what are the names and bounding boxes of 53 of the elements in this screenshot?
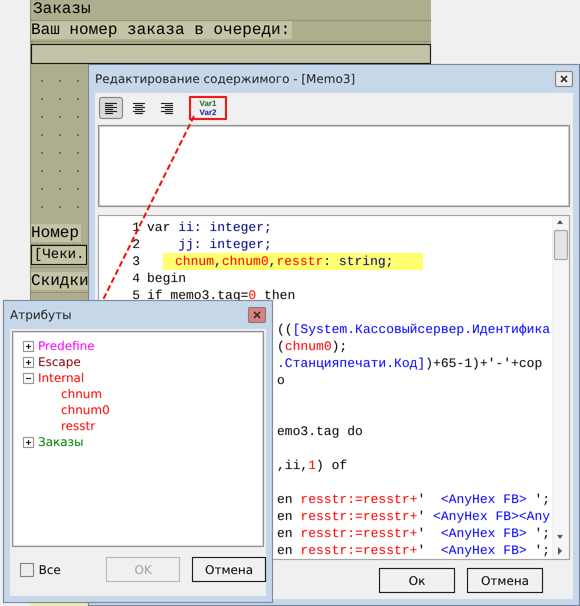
code-line: (chnum0); (277, 338, 348, 355)
tree-item[interactable]: chnum (61, 387, 102, 401)
cancel-button[interactable]: Отмена (467, 568, 543, 593)
code-line: jj: integer; (177, 236, 272, 253)
code-line: .Станцияпечати.Код])+65-1)+'-'+cop (277, 355, 542, 372)
code-line: en resstr:=resstr+' <AnyHex FB> '; (277, 491, 550, 508)
code-line: o (277, 372, 285, 389)
code-line: var ii: integer; (147, 219, 272, 236)
memo-field[interactable] (98, 125, 570, 207)
vertical-scrollbar[interactable] (552, 216, 569, 559)
band-title: Заказы (33, 0, 91, 18)
close-icon (560, 75, 568, 83)
tree-item[interactable]: chnum0 (61, 403, 110, 417)
ok-button[interactable]: Ок (379, 568, 455, 593)
expand-icon[interactable] (23, 356, 34, 368)
band-label: Номер (31, 224, 82, 242)
tree-item[interactable]: resstr (61, 419, 96, 433)
variables-button[interactable]: Var1 Var2 (189, 96, 227, 120)
dialog-title: Атрибуты (10, 308, 72, 322)
window-title: Редактирование содержимого - [Memo3] (95, 72, 356, 86)
line-number: 4 (131, 270, 141, 287)
close-button[interactable] (555, 71, 573, 87)
expand-icon[interactable] (23, 436, 34, 448)
code-line: if memo3.tag=0 then (147, 287, 296, 304)
band-label: Скидки (31, 272, 91, 290)
line-number: 2 (131, 236, 141, 253)
tree-item[interactable]: Escape (38, 355, 81, 369)
align-left-button[interactable] (99, 97, 123, 119)
collapse-icon[interactable] (23, 372, 34, 384)
code-line: ,ii,1) of (277, 457, 348, 474)
checkbox-label: Все (38, 562, 62, 576)
code-line: en resstr:=resstr+' <AnyHex FB> '; (277, 542, 550, 559)
line-number: 3 (131, 253, 141, 270)
cancel-button[interactable]: Отмена (192, 557, 266, 582)
align-center-icon (132, 102, 146, 114)
code-line: begin (147, 270, 186, 287)
tree-item[interactable]: Заказы (38, 435, 84, 449)
expand-icon[interactable] (23, 340, 34, 352)
code-line: en resstr:=resstr+' <AnyHex FB><Any (277, 508, 550, 525)
code-line: (([System.Кассовыйсервер.Идентифика (277, 321, 550, 338)
align-right-icon (160, 102, 174, 114)
close-icon (253, 311, 261, 319)
field-label: [Чеки. (31, 245, 88, 265)
close-button[interactable] (248, 307, 266, 323)
tree-item[interactable]: Internal (38, 371, 84, 385)
scroll-thumb[interactable] (554, 230, 568, 260)
align-left-icon (104, 102, 118, 114)
checkbox[interactable] (20, 562, 34, 576)
line-number: 5 (131, 287, 141, 304)
code-line: en resstr:=resstr+' <AnyHex FB> '; (277, 525, 550, 542)
code-line: emo3.tag do (277, 423, 363, 440)
band-label: Ваш номер заказа в очереди: (31, 21, 292, 39)
tree-item[interactable]: Predefine (38, 339, 95, 353)
